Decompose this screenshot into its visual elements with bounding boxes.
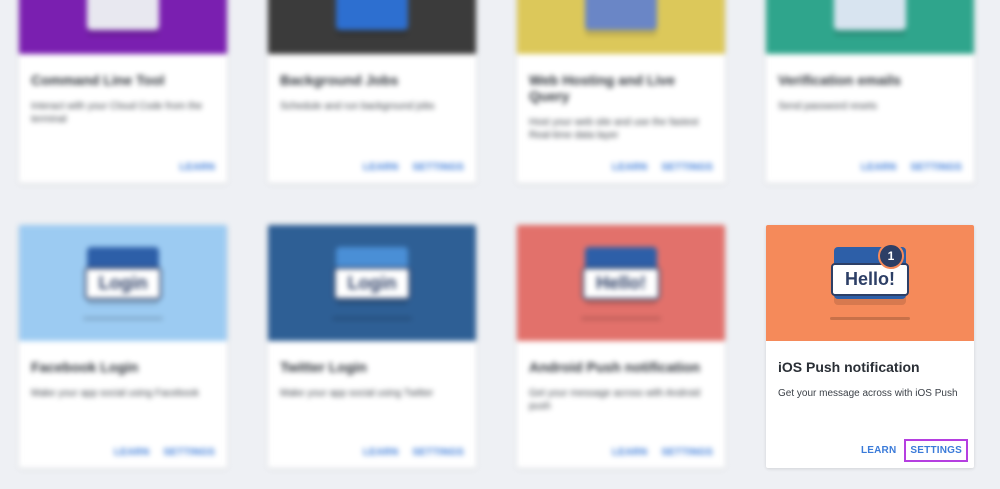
card-actions: LEARN SETTINGS: [612, 447, 713, 458]
card-description: Host your web site and use the fastest R…: [529, 117, 699, 141]
card-background-jobs: Background Jobs Schedule and run backgro…: [268, 0, 476, 183]
card-body: Twitter Login Make your app social using…: [268, 341, 476, 400]
learn-button[interactable]: LEARN: [114, 447, 149, 458]
card-description: Get your message across with Android pus…: [529, 388, 701, 412]
envelope-icon: [585, 0, 657, 30]
card-body: Facebook Login Make your app social usin…: [19, 341, 227, 400]
settings-button[interactable]: SETTINGS: [163, 447, 215, 458]
card-actions: LEARN: [180, 162, 215, 173]
card-hero: Hello!: [517, 225, 725, 341]
card-actions: LEARN SETTINGS: [114, 447, 215, 458]
card-command-line-tool: Command Line Tool Interact with your Clo…: [19, 0, 227, 183]
card-actions: LEARN SETTINGS: [612, 162, 713, 173]
card-hero: Login: [19, 225, 227, 341]
card-body: Verification emails Send password resets: [766, 54, 974, 113]
settings-button[interactable]: SETTINGS: [412, 162, 464, 173]
login-bubble: Login: [84, 267, 162, 300]
card-title: Twitter Login: [280, 359, 367, 375]
card-hero: [268, 0, 476, 54]
card-ios-push-notification: Hello! 1 iOS Push notification Get your …: [766, 225, 974, 468]
card-description: Get your message across with iOS Push: [778, 388, 958, 399]
card-hero: Hello! 1: [766, 225, 974, 341]
learn-button[interactable]: LEARN: [363, 162, 398, 173]
card-body: Web Hosting and Live Query Host your web…: [517, 54, 725, 142]
card-body: Background Jobs Schedule and run backgro…: [268, 54, 476, 113]
card-hero: Login: [268, 225, 476, 341]
learn-button[interactable]: LEARN: [861, 445, 896, 456]
card-actions: LEARN SETTINGS: [363, 162, 464, 173]
settings-button[interactable]: SETTINGS: [904, 439, 968, 462]
card-web-hosting: Web Hosting and Live Query Host your web…: [517, 0, 725, 183]
settings-button[interactable]: SETTINGS: [661, 162, 713, 173]
card-facebook-login: Login Facebook Login Make your app socia…: [19, 225, 227, 468]
card-android-push: Hello! Android Push notification Get you…: [517, 225, 725, 468]
hero-shadow: [830, 317, 910, 320]
learn-button[interactable]: LEARN: [180, 162, 215, 173]
hero-shadow: [332, 317, 412, 320]
hello-bubble: Hello!: [581, 267, 661, 300]
hero-shadow: [83, 317, 163, 320]
login-bubble: Login: [333, 267, 411, 300]
card-title: Command Line Tool: [31, 72, 165, 88]
card-title: iOS Push notification: [778, 359, 920, 375]
card-hero: [766, 0, 974, 54]
card-description: Send password resets: [778, 101, 877, 112]
settings-button[interactable]: SETTINGS: [910, 162, 962, 173]
card-description: Make your app social using Facebook: [31, 388, 199, 399]
card-hero: [517, 0, 725, 54]
learn-button[interactable]: LEARN: [612, 162, 647, 173]
learn-button[interactable]: LEARN: [363, 447, 398, 458]
settings-button[interactable]: SETTINGS: [412, 447, 464, 458]
card-verification-emails: Verification emails Send password resets…: [766, 0, 974, 183]
learn-button[interactable]: LEARN: [861, 162, 896, 173]
notification-badge: 1: [878, 243, 904, 269]
card-title: Android Push notification: [529, 359, 701, 375]
card-body: Android Push notification Get your messa…: [517, 341, 725, 413]
settings-button[interactable]: SETTINGS: [661, 447, 713, 458]
card-description: Make your app social using Twitter: [280, 388, 434, 399]
card-title: Verification emails: [778, 72, 901, 88]
card-body: iOS Push notification Get your message a…: [766, 341, 974, 400]
card-title: Web Hosting and Live Query: [529, 72, 675, 104]
card-body: Command Line Tool Interact with your Clo…: [19, 54, 227, 126]
envelope-icon: [87, 0, 159, 30]
card-description: Schedule and run background jobs: [280, 101, 435, 112]
card-description: Interact with your Cloud Code from the t…: [31, 101, 203, 125]
learn-button[interactable]: LEARN: [612, 447, 647, 458]
envelope-icon: [336, 0, 408, 30]
hero-shadow: [581, 317, 661, 320]
card-actions: LEARN SETTINGS: [861, 162, 962, 173]
card-title: Facebook Login: [31, 359, 139, 375]
card-actions: LEARN SETTINGS: [363, 447, 464, 458]
hello-bubble: Hello!: [830, 263, 910, 296]
card-actions: LEARN SETTINGS: [861, 439, 968, 462]
card-hero: [19, 0, 227, 54]
card-twitter-login: Login Twitter Login Make your app social…: [268, 225, 476, 468]
envelope-icon: [834, 0, 906, 30]
card-title: Background Jobs: [280, 72, 399, 88]
